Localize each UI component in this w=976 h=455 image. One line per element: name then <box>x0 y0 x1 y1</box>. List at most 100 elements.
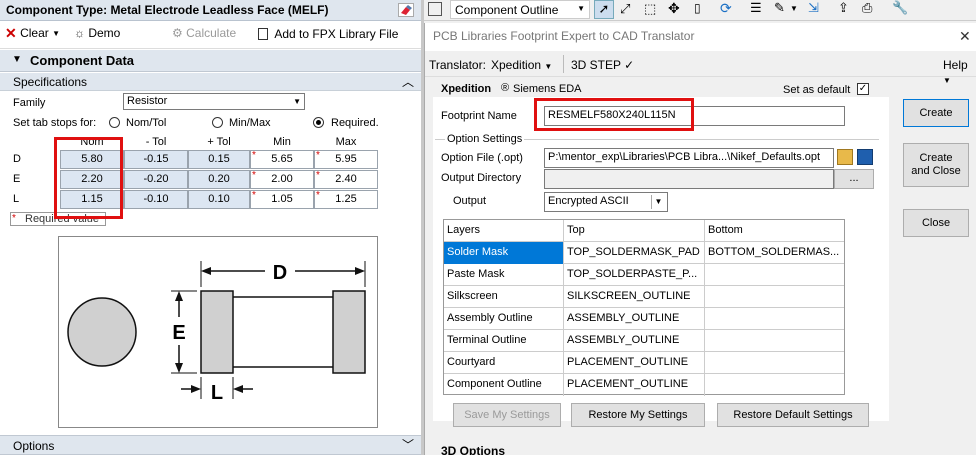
layer-bottom[interactable]: BOTTOM_SOLDERMAS... <box>705 242 844 264</box>
layer-name[interactable]: Paste Mask <box>444 264 564 286</box>
draw-icon[interactable]: ✎ <box>774 0 785 16</box>
table-row[interactable]: Paste Mask TOP_SOLDERPASTE_P... <box>444 264 844 286</box>
cell-e-min[interactable]: 2.00 <box>250 170 314 189</box>
cell-d-min[interactable]: 5.65 <box>250 150 314 169</box>
view-select[interactable]: Component Outline ▼ <box>450 0 590 19</box>
ruler-icon[interactable]: ▯ <box>694 1 701 15</box>
component-type-title: Component Type: Metal Electrode Leadless… <box>0 0 421 21</box>
cell-l-max[interactable]: 1.25 <box>314 190 378 209</box>
fit-view-icon[interactable]: ⤢ <box>620 1 630 17</box>
component-data-header[interactable]: ▼ Component Data <box>0 50 421 72</box>
option-file-input[interactable]: P:\mentor_exp\Libraries\PCB Libra...\Nik… <box>544 148 834 168</box>
cell-l-minus-tol[interactable]: -0.10 <box>124 190 188 209</box>
layer-top[interactable]: PLACEMENT_OUTLINE <box>564 352 705 374</box>
add-to-library-button[interactable]: Add to FPX Library File <box>258 26 398 41</box>
footprint-name-label: Footprint Name <box>441 110 517 122</box>
required-star-icon: * <box>252 150 256 161</box>
browse-button[interactable]: ... <box>834 169 874 189</box>
translator-menu[interactable]: Xpedition ▼ <box>491 58 552 72</box>
cell-l-plus-tol[interactable]: 0.10 <box>188 190 250 209</box>
open-folder-icon[interactable] <box>837 149 853 165</box>
options-header[interactable]: Options ﹀ <box>0 435 421 455</box>
layer-name[interactable]: Silkscreen <box>444 286 564 308</box>
output-select[interactable]: Encrypted ASCII ▼ <box>544 192 668 212</box>
cell-e-minus-tol[interactable]: -0.20 <box>124 170 188 189</box>
chevron-down-icon[interactable]: ﹀ <box>402 436 414 453</box>
chevron-down-icon: ▼ <box>577 4 585 13</box>
print-icon[interactable]: ⎙ <box>862 0 872 16</box>
layer-top[interactable]: PLACEMENT_OUTLINE <box>564 374 705 396</box>
table-row[interactable]: Component Outline PLACEMENT_OUTLINE <box>444 374 844 396</box>
move-icon[interactable]: ✥ <box>668 0 680 17</box>
radio-nomtol[interactable] <box>109 117 120 128</box>
chevron-down-icon[interactable]: ▼ <box>790 4 798 13</box>
radio-required[interactable] <box>313 117 324 128</box>
layer-top[interactable]: SILKSCREEN_OUTLINE <box>564 286 705 308</box>
table-row[interactable]: Silkscreen SILKSCREEN_OUTLINE <box>444 286 844 308</box>
specifications-title: Specifications <box>13 75 88 89</box>
layer-bottom[interactable] <box>705 352 844 374</box>
restore-defaults-button[interactable]: Restore Default Settings <box>717 403 869 427</box>
chevron-down-icon: ▼ <box>52 29 61 38</box>
layer-name[interactable]: Assembly Outline <box>444 308 564 330</box>
family-select[interactable]: Resistor ▼ <box>123 93 305 110</box>
layer-name[interactable]: Terminal Outline <box>444 330 564 352</box>
layer-name[interactable]: Component Outline <box>444 374 564 396</box>
wrench-icon[interactable]: 🔧 <box>892 0 908 16</box>
radio-minmax[interactable] <box>212 117 223 128</box>
cell-e-plus-tol[interactable]: 0.20 <box>188 170 250 189</box>
chevron-up-icon[interactable]: ︿ <box>402 73 414 90</box>
table-row[interactable]: Solder Mask TOP_SOLDERMASK_PAD BOTTOM_SO… <box>444 242 844 264</box>
cell-d-plus-tol[interactable]: 0.15 <box>188 150 250 169</box>
layer-bottom[interactable] <box>705 330 844 352</box>
table-row[interactable]: Courtyard PLACEMENT_OUTLINE <box>444 352 844 374</box>
layer-name[interactable]: Courtyard <box>444 352 564 374</box>
layer-top[interactable]: TOP_SOLDERPASTE_P... <box>564 264 705 286</box>
grid-header-top: Top <box>564 220 705 242</box>
layers-icon[interactable]: ☰ <box>750 0 762 16</box>
calculate-button[interactable]: ⚙ Calculate <box>172 26 236 40</box>
layer-bottom[interactable] <box>705 308 844 330</box>
cell-e-max[interactable]: 2.40 <box>314 170 378 189</box>
specifications-header[interactable]: Specifications ︿ <box>0 73 421 91</box>
registered-icon: ® <box>501 82 510 94</box>
zoom-area-icon[interactable]: ⬚ <box>644 1 656 17</box>
cell-d-minus-tol[interactable]: -0.15 <box>124 150 188 169</box>
save-settings-button[interactable]: Save My Settings <box>453 403 561 427</box>
table-row[interactable]: Assembly Outline ASSEMBLY_OUTLINE <box>444 308 844 330</box>
component-type-label: Component Type: Metal Electrode Leadless… <box>6 3 329 17</box>
close-icon[interactable]: ✕ <box>959 28 971 45</box>
demo-button[interactable]: ☼ Demo <box>74 26 120 40</box>
layer-top[interactable]: ASSEMBLY_OUTLINE <box>564 308 705 330</box>
share-icon[interactable]: ⇪ <box>838 0 849 16</box>
3d-options-header[interactable]: 3D Options <box>441 444 505 455</box>
layer-top[interactable]: ASSEMBLY_OUTLINE <box>564 330 705 352</box>
create-and-close-button[interactable]: Create and Close <box>903 143 969 187</box>
pointer-icon[interactable]: ➚ <box>594 0 614 19</box>
save-disk-icon[interactable] <box>857 149 873 165</box>
layer-bottom[interactable] <box>705 286 844 308</box>
required-star-icon: * <box>252 190 256 201</box>
close-button[interactable]: Close <box>903 209 969 237</box>
refresh-icon[interactable]: ⟳ <box>720 0 732 17</box>
layer-top[interactable]: TOP_SOLDERMASK_PAD <box>564 242 705 264</box>
create-button[interactable]: Create <box>903 99 969 127</box>
restore-icon[interactable] <box>428 2 442 16</box>
layer-name[interactable]: Solder Mask <box>444 242 564 264</box>
cell-d-max[interactable]: 5.95 <box>314 150 378 169</box>
export-icon[interactable]: ⇲ <box>808 0 819 16</box>
layer-bottom[interactable] <box>705 374 844 396</box>
dimension-e-label: E <box>172 322 185 344</box>
clear-button[interactable]: ✕ Clear ▼ <box>5 25 60 42</box>
help-menu[interactable]: Help ▼ <box>943 58 976 86</box>
layer-bottom[interactable] <box>705 264 844 286</box>
set-default-checkbox[interactable]: ✓ <box>857 83 869 95</box>
cell-l-min[interactable]: 1.05 <box>250 190 314 209</box>
step-menu[interactable]: 3D STEP ✓ <box>571 58 634 72</box>
options-title: Options <box>13 439 55 453</box>
table-row[interactable]: Terminal Outline ASSEMBLY_OUTLINE <box>444 330 844 352</box>
output-directory-input[interactable] <box>544 169 834 189</box>
restore-settings-button[interactable]: Restore My Settings <box>571 403 705 427</box>
gear-icon: ⚙ <box>172 26 183 40</box>
eraser-icon[interactable] <box>398 3 414 17</box>
